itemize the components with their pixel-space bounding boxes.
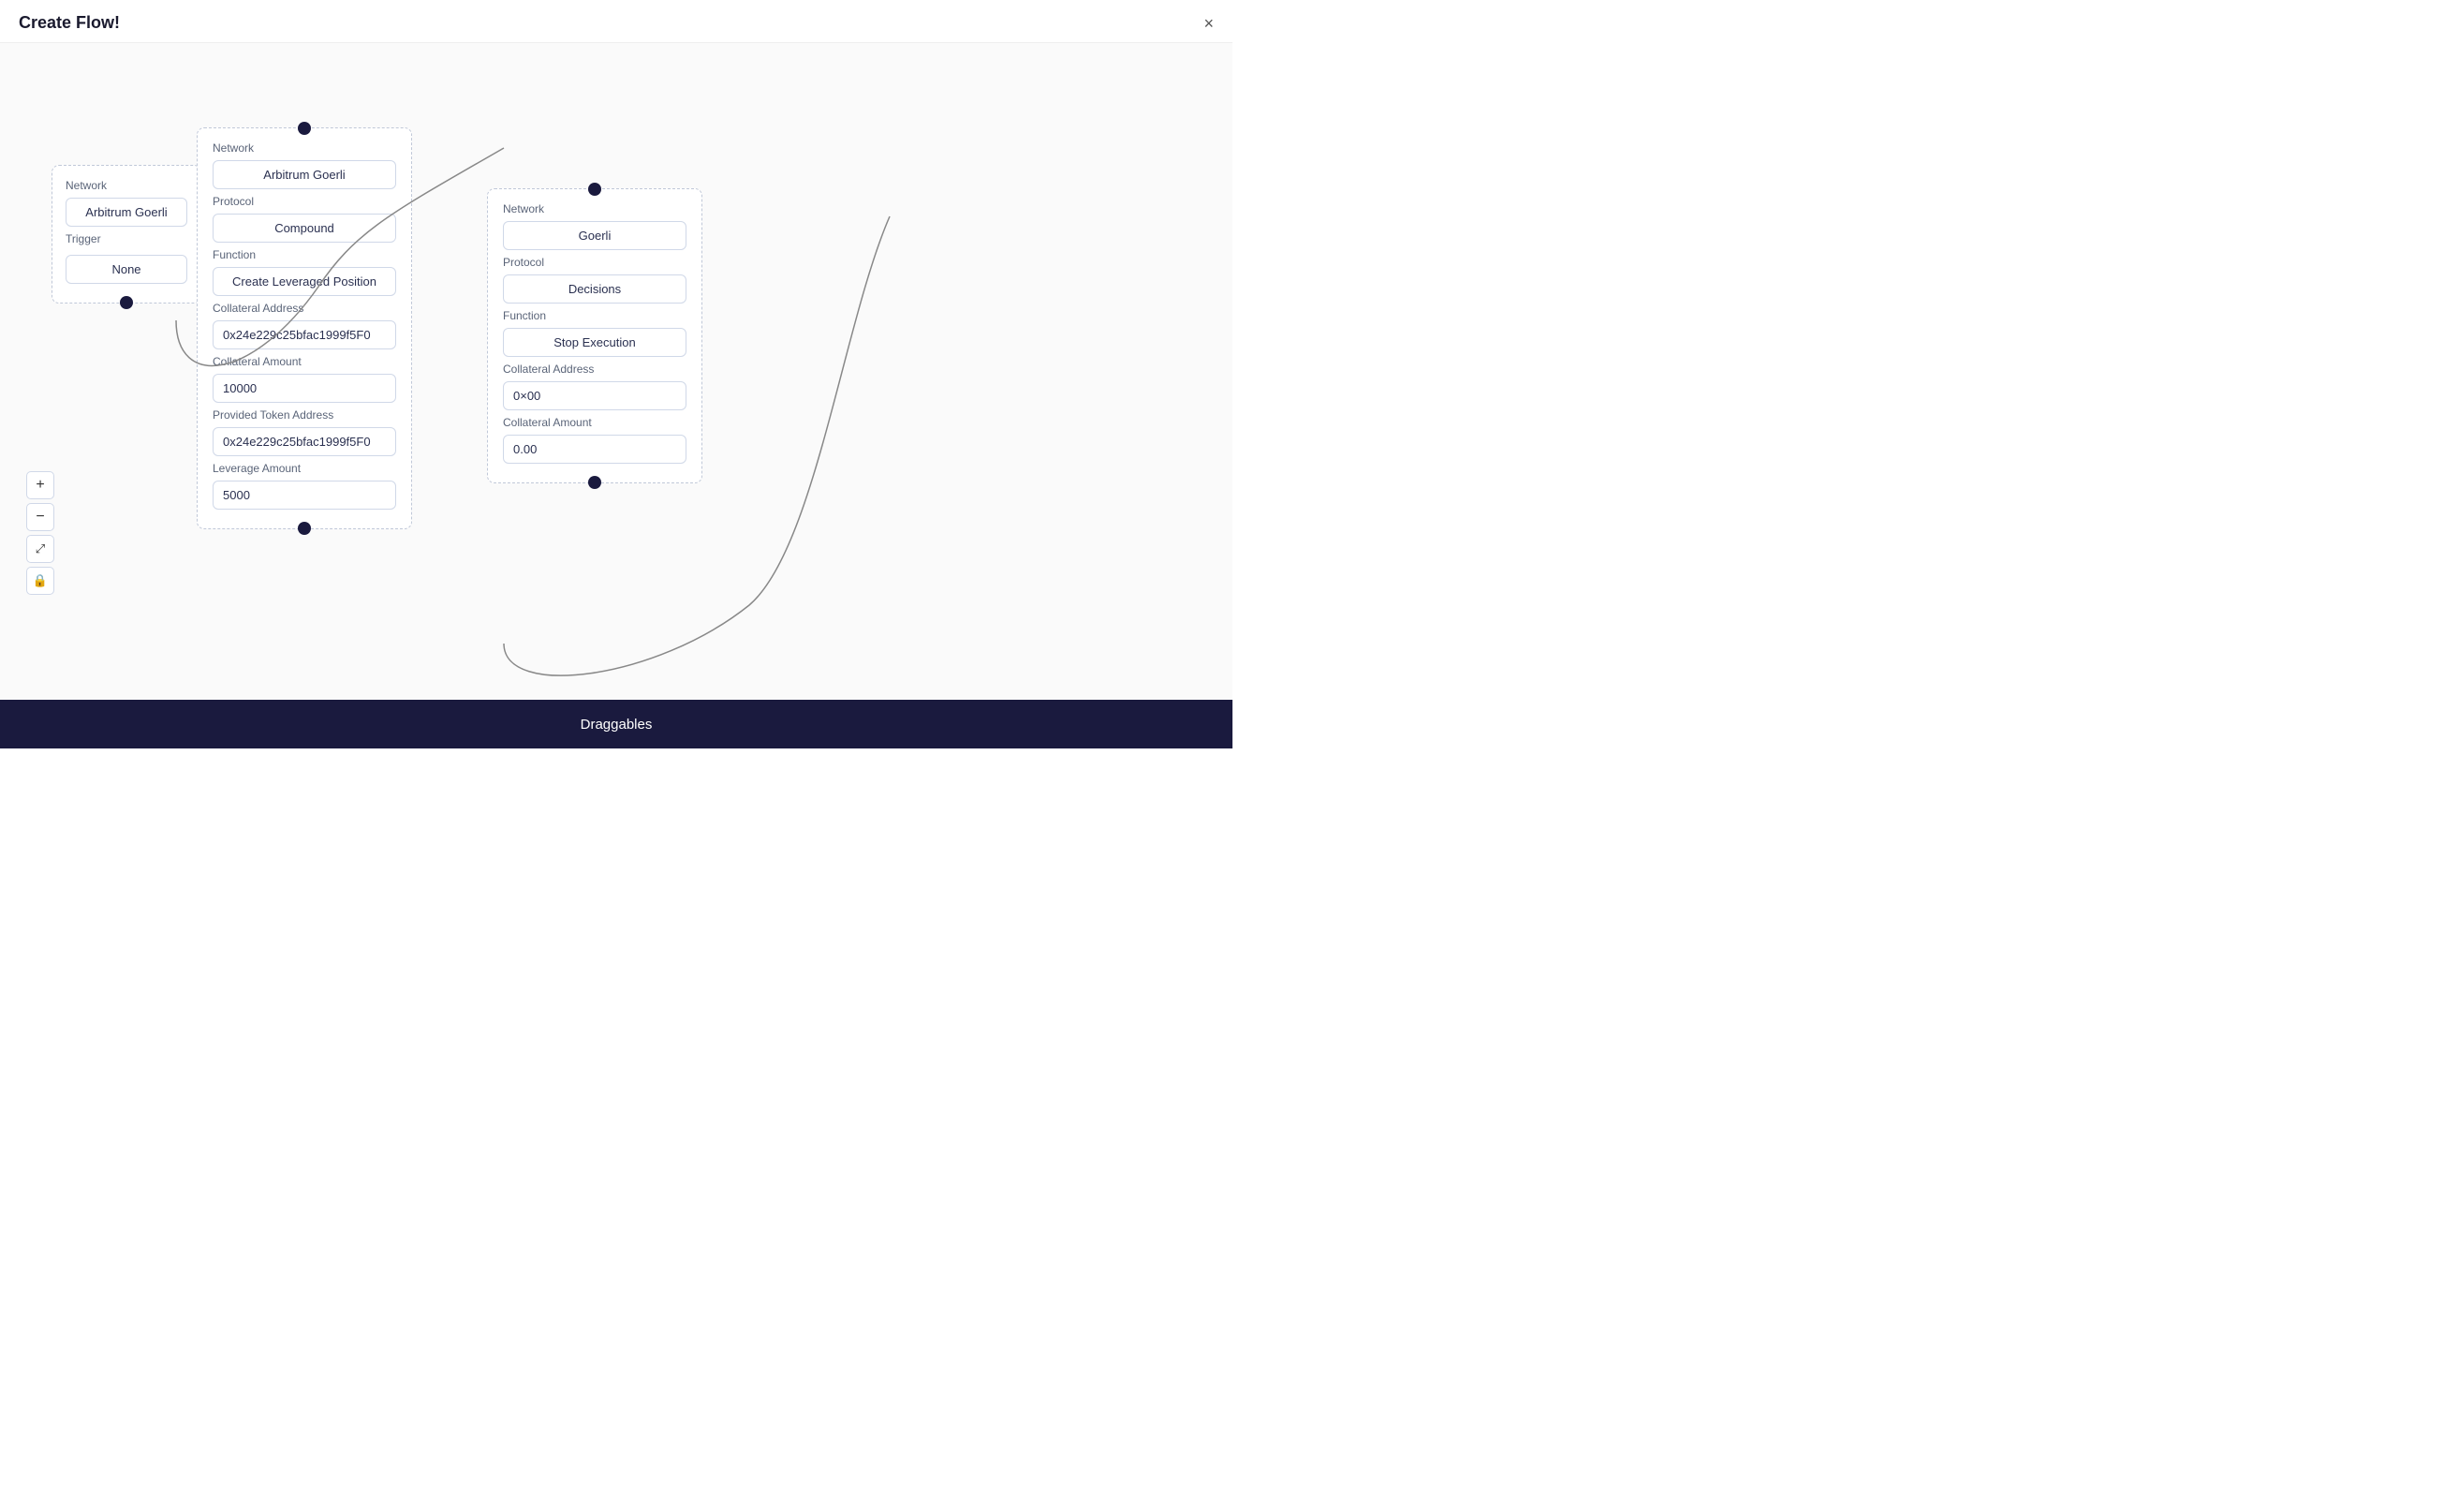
trigger-network-label: Network — [66, 179, 187, 192]
zoom-out-button[interactable]: − — [26, 503, 54, 531]
decisions-collateral-address-input[interactable] — [503, 381, 686, 410]
compound-leverage-amount-input[interactable] — [213, 481, 396, 510]
lock-button[interactable]: 🔒 — [26, 567, 54, 595]
compound-collateral-amount-input[interactable] — [213, 374, 396, 403]
decisions-collateral-amount-input[interactable] — [503, 435, 686, 464]
page-title: Create Flow! — [19, 13, 120, 33]
decisions-top-dot — [588, 183, 601, 196]
decisions-network-label: Network — [503, 202, 686, 215]
decisions-collateral-address-label: Collateral Address — [503, 363, 686, 376]
draggables-bar[interactable]: Draggables — [0, 700, 1232, 748]
compound-network-label: Network — [213, 141, 396, 155]
decisions-protocol-label: Protocol — [503, 256, 686, 269]
trigger-value[interactable]: None — [66, 255, 187, 284]
decisions-bottom-dot — [588, 476, 601, 489]
compound-function-label: Function — [213, 248, 396, 261]
compound-node: Network Arbitrum Goerli Protocol Compoun… — [197, 127, 412, 529]
zoom-controls: + − ⤢ 🔒 — [26, 471, 54, 595]
decisions-function-value[interactable]: Stop Execution — [503, 328, 686, 357]
trigger-node: Network Arbitrum Goerli Trigger None — [52, 165, 201, 304]
compound-protocol-label: Protocol — [213, 195, 396, 208]
compound-protocol-value[interactable]: Compound — [213, 214, 396, 243]
zoom-in-button[interactable]: + — [26, 471, 54, 499]
compound-network-value[interactable]: Arbitrum Goerli — [213, 160, 396, 189]
decisions-collateral-amount-label: Collateral Amount — [503, 416, 686, 429]
decisions-network-value[interactable]: Goerli — [503, 221, 686, 250]
compound-leverage-amount-label: Leverage Amount — [213, 462, 396, 475]
compound-top-dot — [298, 122, 311, 135]
fit-button[interactable]: ⤢ — [26, 535, 54, 563]
compound-function-value[interactable]: Create Leveraged Position — [213, 267, 396, 296]
flow-canvas: Network Arbitrum Goerli Trigger None Net… — [0, 43, 1232, 707]
trigger-network-value[interactable]: Arbitrum Goerli — [66, 198, 187, 227]
decisions-protocol-value[interactable]: Decisions — [503, 274, 686, 304]
trigger-label: Trigger — [66, 232, 187, 245]
compound-collateral-address-input[interactable] — [213, 320, 396, 349]
trigger-bottom-dot — [120, 296, 133, 309]
decisions-function-label: Function — [503, 309, 686, 322]
decisions-node: Network Goerli Protocol Decisions Functi… — [487, 188, 702, 483]
compound-collateral-amount-label: Collateral Amount — [213, 355, 396, 368]
compound-collateral-address-label: Collateral Address — [213, 302, 396, 315]
header: Create Flow! × — [0, 0, 1232, 43]
compound-provided-token-input[interactable] — [213, 427, 396, 456]
close-button[interactable]: × — [1203, 15, 1214, 32]
draggables-label: Draggables — [581, 717, 653, 733]
compound-provided-token-label: Provided Token Address — [213, 408, 396, 422]
compound-bottom-dot — [298, 522, 311, 535]
